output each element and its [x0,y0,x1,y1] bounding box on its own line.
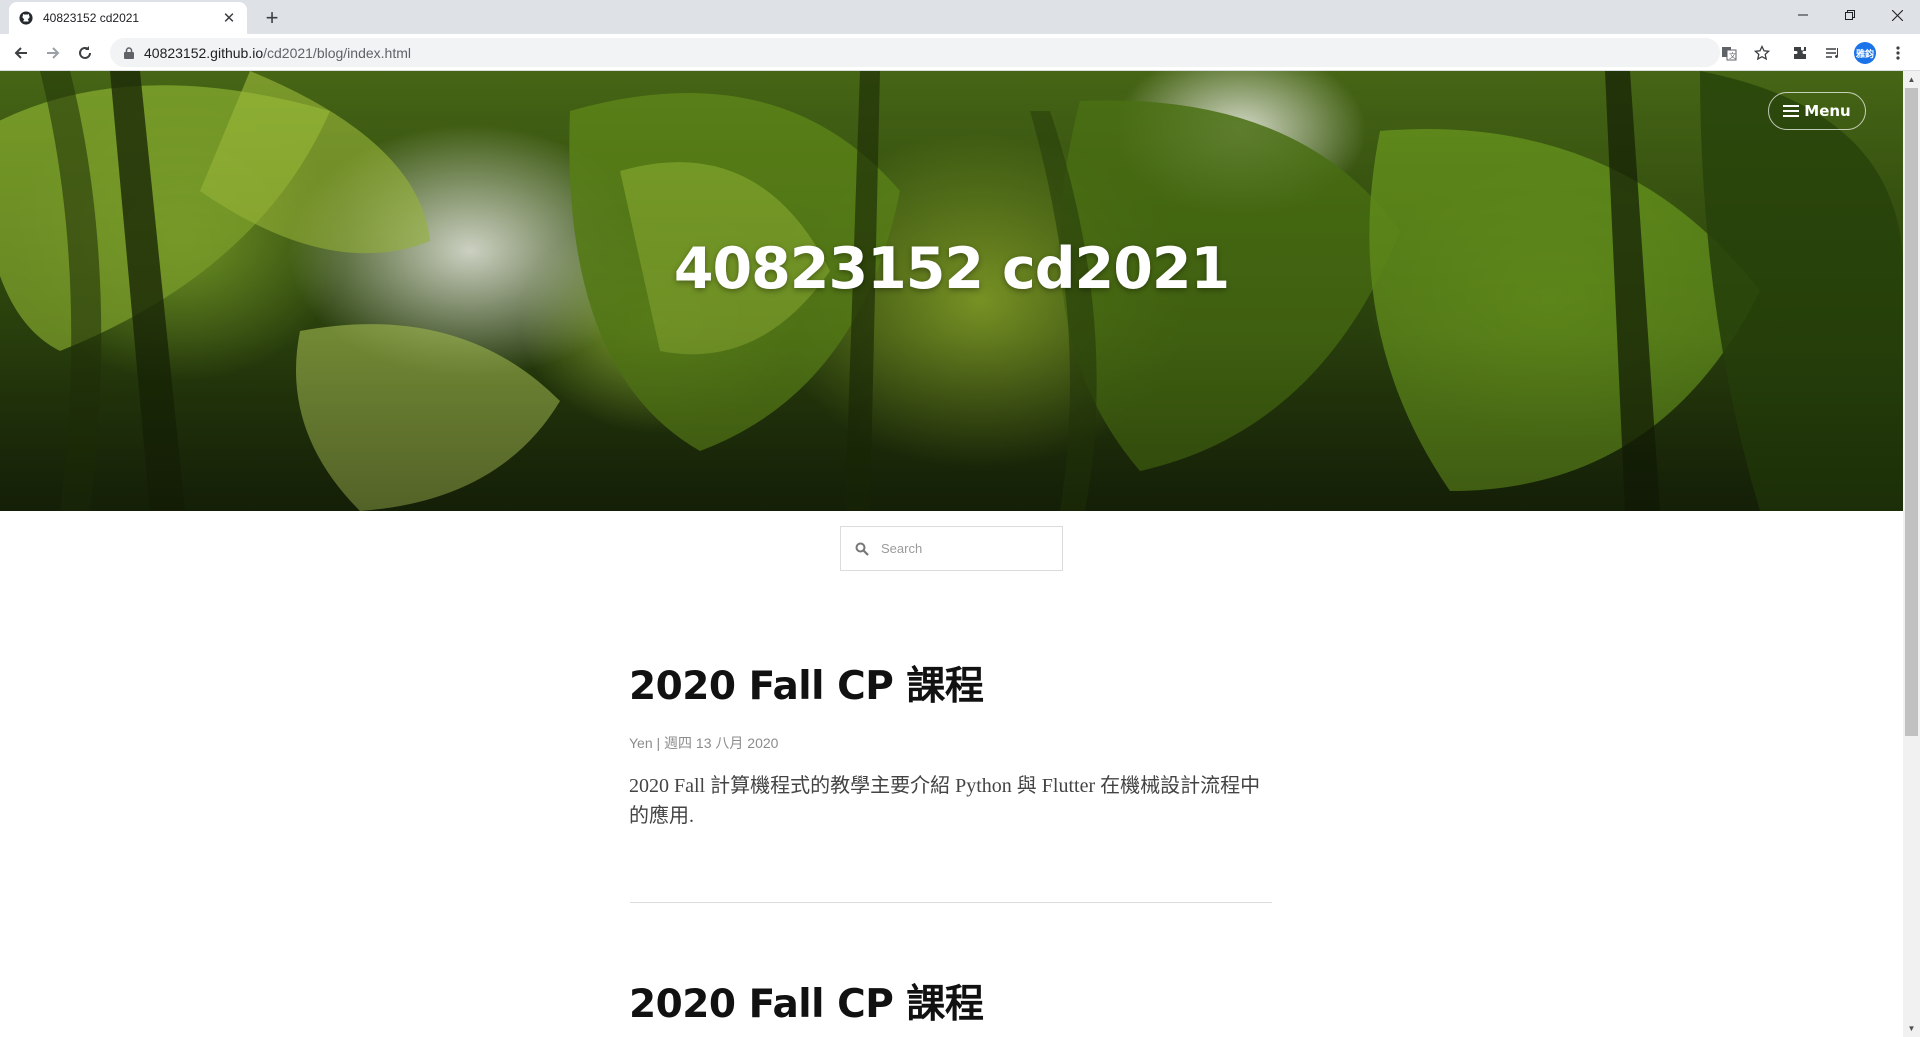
url-text: 40823152.github.io/cd2021/blog/index.htm… [144,45,411,61]
restore-button[interactable] [1827,0,1873,30]
new-tab-button[interactable]: + [260,5,284,30]
forward-button[interactable] [39,39,67,67]
arrow-right-icon [47,47,60,59]
extensions-icon[interactable] [1786,39,1814,67]
search-icon [855,542,869,556]
post-summary: 2020 Fall 計算機程式的教學主要介紹 Python 與 Flutter … [629,775,1261,827]
site-title[interactable]: 40823152 cd2021 [0,236,1903,302]
search-box[interactable] [840,526,1063,571]
reading-list-icon[interactable] [1819,39,1847,67]
lock-icon[interactable] [122,46,136,60]
url-path: /cd2021/blog/index.html [263,44,411,61]
github-favicon-icon [19,11,33,25]
profile-initials: 雅鈞 [1854,42,1876,64]
post-meta: Yen | 週四 13 八月 2020 [629,735,779,751]
scrollbar-thumb[interactable] [1905,88,1918,736]
reload-button[interactable] [71,39,99,67]
back-button[interactable] [7,39,35,67]
post-divider [630,902,1272,903]
menu-label: Menu [1804,102,1851,120]
profile-avatar[interactable]: 雅鈞 [1851,39,1879,67]
hamburger-icon [1783,105,1800,117]
post-item: 2020 Fall CP 課程 [629,973,1269,1029]
post-title[interactable]: 2020 Fall CP 課程 [629,655,1269,711]
page-scrollbar[interactable]: ▲ ▼ [1903,71,1920,1037]
tab-close-icon[interactable]: ✕ [221,10,237,27]
scroll-down-icon[interactable]: ▼ [1903,1020,1920,1037]
browser-tab[interactable]: 40823152 cd2021 ✕ [9,2,247,34]
scroll-up-icon[interactable]: ▲ [1903,71,1920,88]
page-viewport: 40823152 cd2021 Menu 2020 Fall CP 課程 Yen… [0,71,1903,1037]
svg-text:文: 文 [1729,51,1736,60]
post-title[interactable]: 2020 Fall CP 課程 [629,973,1269,1029]
reload-icon [79,46,91,59]
url-host: 40823152.github.io [144,44,264,61]
post-item: 2020 Fall CP 課程 Yen | 週四 13 八月 2020 2020… [629,655,1269,831]
browser-toolbar: 40823152.github.io/cd2021/blog/index.htm… [0,34,1920,71]
browser-menu-icon[interactable] [1884,39,1912,67]
bookmark-star-icon[interactable] [1748,39,1776,67]
arrow-left-icon [14,47,27,59]
tab-title: 40823152 cd2021 [43,11,140,25]
translate-icon[interactable]: 文 [1715,39,1743,67]
search-input[interactable] [881,541,1051,556]
close-window-button[interactable] [1874,0,1920,30]
address-bar[interactable]: 40823152.github.io/cd2021/blog/index.htm… [110,38,1720,67]
menu-button[interactable]: Menu [1768,92,1866,130]
hero-banner: 40823152 cd2021 Menu [0,71,1903,511]
tab-strip: 40823152 cd2021 ✕ + [0,0,1920,34]
minimize-button[interactable] [1780,0,1826,30]
